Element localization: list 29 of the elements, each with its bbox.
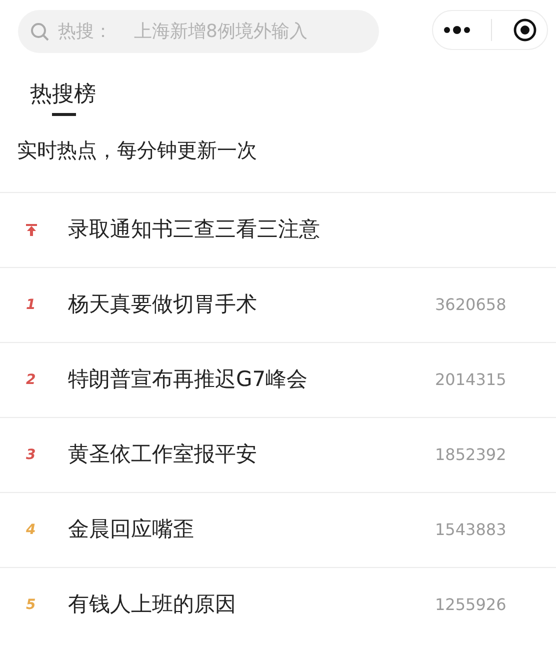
rank-number: 2 (26, 372, 36, 388)
tab[interactable]: 热搜榜 (30, 82, 96, 108)
list-row[interactable]: 录取通知书三查三看三注意 (0, 192, 556, 267)
item-title: 录取通知书三查三看三注意 (68, 216, 321, 244)
rank-number: 3 (26, 446, 36, 462)
hot-count: 3620658 (435, 295, 506, 314)
item-title: 金晨回应嘴歪 (68, 516, 195, 544)
rank-number: 5 (26, 596, 36, 612)
subtitle: 实时热点，每分钟更新一次 (16, 137, 258, 164)
more-icon[interactable] (443, 25, 472, 35)
item-title: 特朗普宣布再推迟G7峰会 (68, 366, 309, 394)
hot-count: 1543883 (435, 520, 506, 539)
hot-count: 1255926 (435, 595, 506, 614)
placeholder-text: 上海新增8例境外输入 (134, 20, 308, 44)
hot-count: 1852392 (435, 445, 506, 464)
list-row[interactable]: 4 金晨回应嘴歪 1543883 (0, 492, 556, 567)
rank-number: 1 (26, 296, 36, 312)
list-row[interactable]: 1 杨天真要做切胃手术 3620658 (0, 267, 556, 342)
list-row[interactable]: 5 有钱人上班的原因 1255926 (0, 567, 556, 642)
item-title: 黄圣依工作室报平安 (68, 441, 258, 468)
hot-count: 2014315 (435, 370, 506, 389)
search-icon (30, 22, 50, 42)
rank-number: 4 (26, 522, 36, 538)
list-row[interactable]: 2 特朗普宣布再推迟G7峰会 2014315 (0, 342, 556, 417)
placeholder-label: 热搜： (58, 20, 112, 44)
list-row[interactable]: 3 黄圣依工作室报平安 1852392 (0, 417, 556, 492)
item-title: 杨天真要做切胃手术 (68, 291, 258, 318)
close-icon[interactable] (512, 18, 537, 42)
item-title: 有钱人上班的原因 (68, 591, 237, 618)
